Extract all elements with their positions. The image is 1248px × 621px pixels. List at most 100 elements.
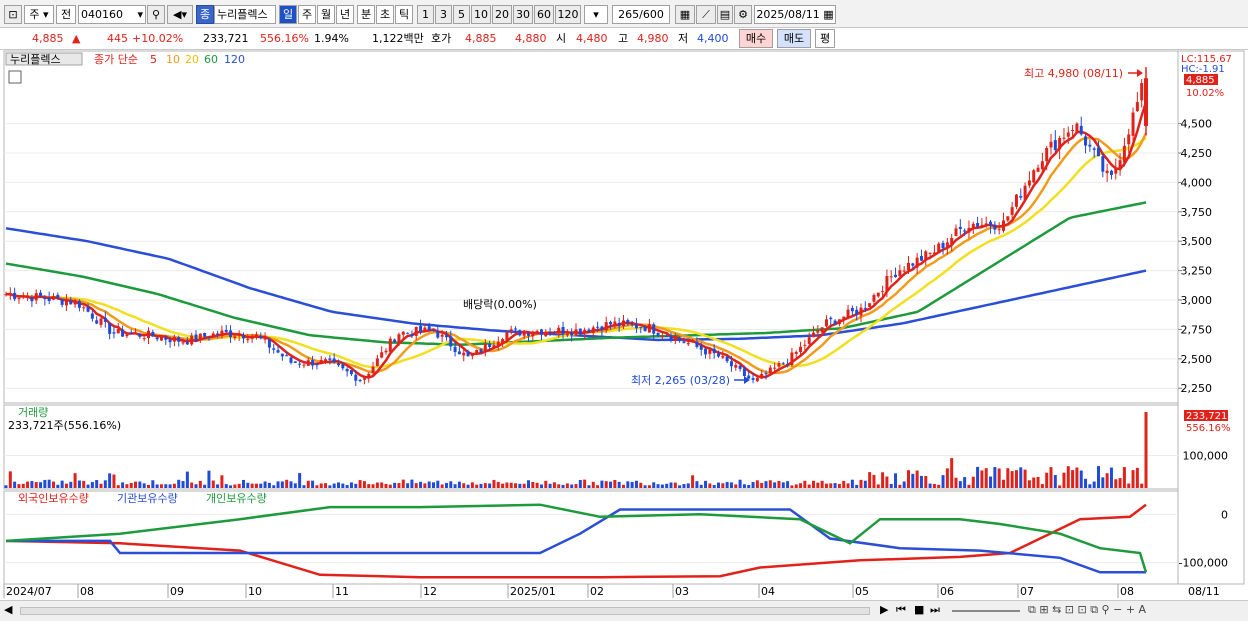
candle-body xyxy=(496,341,500,347)
volume-bar xyxy=(1092,481,1096,488)
candle-body xyxy=(919,256,923,261)
volume-bar xyxy=(319,483,323,488)
volume-bar xyxy=(349,482,353,488)
interval-dropdown[interactable]: ▾ xyxy=(584,5,608,24)
volume-bar xyxy=(488,483,492,488)
volume-bar xyxy=(211,480,215,488)
period-month[interactable]: 월 xyxy=(317,5,335,24)
volume-bar xyxy=(103,480,107,488)
candle-body xyxy=(198,333,202,341)
count-total: /600 xyxy=(639,8,664,21)
play-icon[interactable]: ▶ xyxy=(880,603,888,616)
candle-body xyxy=(73,300,77,305)
interval-120[interactable]: 120 xyxy=(555,5,581,24)
interval-10[interactable]: 10 xyxy=(471,5,491,24)
candle-body xyxy=(475,350,479,354)
save-icon[interactable]: ▤ xyxy=(717,5,733,24)
x-tick-label: 03 xyxy=(675,585,689,598)
volume-bar xyxy=(509,482,513,488)
candle-body xyxy=(928,252,932,254)
period-year[interactable]: 년 xyxy=(336,5,354,24)
last-icon[interactable]: ⏭ xyxy=(930,603,940,617)
period-second[interactable]: 초 xyxy=(376,5,394,24)
eval-button[interactable]: 평 xyxy=(815,29,835,48)
draw-icon[interactable]: ⟋ xyxy=(696,5,716,24)
candle-body xyxy=(406,332,410,334)
scroll-left-icon[interactable]: ◀ xyxy=(4,603,12,616)
chevron-down-icon[interactable]: ▾ xyxy=(137,6,143,23)
volume-bar xyxy=(721,483,725,488)
volume-bar xyxy=(82,480,86,488)
market-select[interactable]: 주 ▾ xyxy=(24,5,54,24)
candle-body xyxy=(30,297,34,302)
interval-20[interactable]: 20 xyxy=(492,5,512,24)
chart-area[interactable]: 4,500 4,250 4,000 3,750 3,500 3,250 3,000 2,750… xyxy=(0,50,1248,600)
candle-body xyxy=(125,334,129,337)
volume-bar xyxy=(1131,470,1135,488)
volume-bar xyxy=(138,481,142,488)
volume-bar xyxy=(859,479,863,488)
period-tick[interactable]: 틱 xyxy=(395,5,413,24)
scrollbar-track[interactable] xyxy=(20,607,870,615)
volume-bar xyxy=(190,482,194,488)
volume-bar xyxy=(246,482,250,488)
candle-body xyxy=(116,328,120,334)
volume-bar xyxy=(885,476,889,488)
zoom-slider[interactable] xyxy=(952,610,1020,612)
candle-body xyxy=(794,351,798,354)
chart-type-icon[interactable]: ▦ xyxy=(675,5,695,24)
date-field[interactable]: 2025/08/11 ▦ xyxy=(754,5,836,24)
period-minute[interactable]: 분 xyxy=(357,5,375,24)
candle-body xyxy=(820,327,824,333)
prev-button[interactable]: 전 xyxy=(56,5,76,24)
candle-body xyxy=(457,351,461,355)
count-field[interactable]: 265/600 xyxy=(612,5,670,24)
candle-body xyxy=(816,331,820,333)
buy-button[interactable]: 매수 xyxy=(739,29,773,48)
candle-body xyxy=(863,307,867,309)
volume-bar xyxy=(868,472,872,488)
calendar-icon[interactable]: ▦ xyxy=(823,8,833,21)
window-icon[interactable]: ⊡ xyxy=(4,5,22,24)
interval-1[interactable]: 1 xyxy=(417,5,434,24)
panel-grid-icon[interactable] xyxy=(8,70,22,84)
candle-body xyxy=(276,350,280,353)
volume-bar xyxy=(1010,471,1014,488)
volume-bar xyxy=(73,473,77,488)
code-input[interactable]: 040160 ▾ xyxy=(78,5,146,24)
x-tick-label: 09 xyxy=(170,585,184,598)
interval-60[interactable]: 60 xyxy=(534,5,554,24)
high-annotation: 최고 4,980 (08/11) xyxy=(1024,67,1123,80)
volume-bar xyxy=(932,483,936,488)
candle-body xyxy=(600,326,604,331)
search-icon[interactable]: ⚲ xyxy=(147,5,165,24)
interval-5[interactable]: 5 xyxy=(453,5,470,24)
volume-bar xyxy=(159,484,163,488)
x-tick-label: 2025/01 xyxy=(510,585,556,598)
first-icon[interactable]: ⏮ xyxy=(896,603,906,617)
stop-icon[interactable]: ■ xyxy=(914,603,924,616)
volume-bar xyxy=(1045,472,1049,488)
candle-body xyxy=(147,330,150,339)
candle-body xyxy=(216,333,220,335)
speaker-icon[interactable]: ◀▾ xyxy=(167,5,193,24)
candle-body xyxy=(509,329,513,332)
candle-body xyxy=(1097,147,1100,157)
volume-bar xyxy=(967,484,971,488)
candle-body xyxy=(963,230,967,232)
volume-bar xyxy=(410,479,414,488)
candle-body xyxy=(660,336,664,338)
sell-button[interactable]: 매도 xyxy=(777,29,811,48)
interval-30[interactable]: 30 xyxy=(513,5,533,24)
period-week[interactable]: 주 xyxy=(298,5,316,24)
volume-panel-frame xyxy=(3,404,1179,490)
candle-body xyxy=(613,321,617,325)
candle-body xyxy=(937,243,941,254)
layout-icons[interactable]: ⧉ ⊞ ⇆ ⊡ ⊡ ⧉ ⚲ − + A xyxy=(1028,603,1146,617)
candle-body xyxy=(643,326,647,331)
volume-bar xyxy=(561,484,565,488)
period-day[interactable]: 일 xyxy=(279,5,297,24)
interval-3[interactable]: 3 xyxy=(435,5,452,24)
gear-icon[interactable]: ⚙ xyxy=(734,5,752,24)
quote-bar: 4,885 ▲ 445 +10.02% 233,721 556.16% 1.94… xyxy=(0,28,1248,50)
